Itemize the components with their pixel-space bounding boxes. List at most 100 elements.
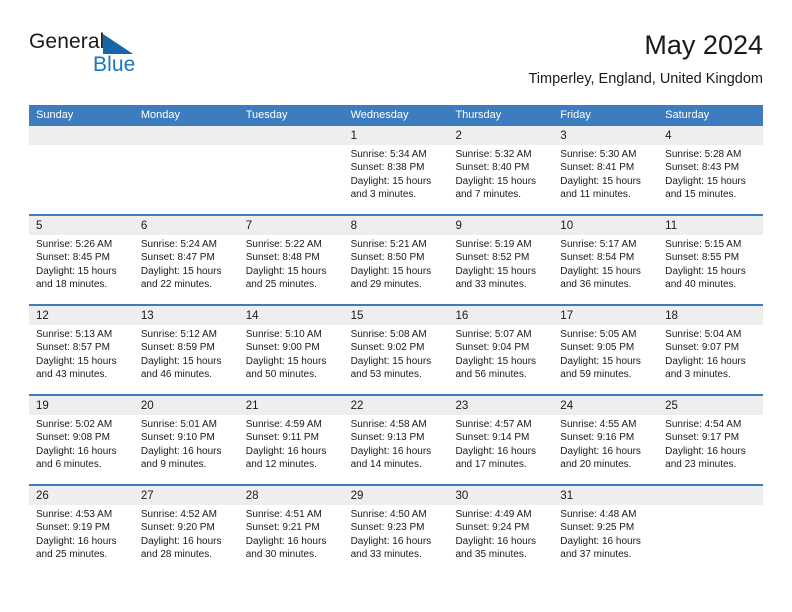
sunset-text: Sunset: 8:45 PM [36,252,110,264]
day-number-band: 11 [658,216,764,235]
day-cell[interactable]: 18 Sunrise: 5:04 AM Sunset: 9:07 PM Dayl… [658,306,764,394]
blue-triangle-icon [103,34,133,54]
day-cell[interactable]: 17 Sunrise: 5:05 AM Sunset: 9:05 PM Dayl… [553,306,659,394]
day-info: Sunrise: 5:30 AM Sunset: 8:41 PM Dayligh… [553,145,658,201]
day-number: 21 [245,400,259,412]
day-number-band: 27 [133,486,239,505]
day-number-band: 13 [133,306,239,325]
day-number-band: 23 [448,396,554,415]
day-number-band: 8 [343,216,449,235]
day-cell[interactable] [133,126,239,214]
daylight-text: Daylight: 16 hours and 12 minutes. [245,445,327,470]
day-number-band: 31 [553,486,659,505]
sunset-text: Sunset: 9:14 PM [455,432,530,444]
day-info: Sunrise: 4:55 AM Sunset: 9:16 PM Dayligh… [553,415,658,471]
day-cell[interactable]: 30 Sunrise: 4:49 AM Sunset: 9:24 PM Dayl… [448,486,554,574]
day-info: Sunrise: 5:01 AM Sunset: 9:10 PM Dayligh… [134,415,239,471]
daylight-text: Daylight: 16 hours and 9 minutes. [140,445,222,470]
brand-logo[interactable]: General Blue [29,30,249,86]
sunset-text: Sunset: 8:52 PM [455,252,530,264]
day-cell[interactable]: 19 Sunrise: 5:02 AM Sunset: 9:08 PM Dayl… [29,396,134,484]
daylight-text: Daylight: 15 hours and 59 minutes. [560,355,641,380]
weekday-header-row: Sunday Monday Tuesday Wednesday Thursday… [29,105,763,126]
day-number-band [238,126,344,145]
day-info: Sunrise: 5:05 AM Sunset: 9:05 PM Dayligh… [553,325,658,381]
day-number-band: 5 [29,216,134,235]
day-cell[interactable]: 16 Sunrise: 5:07 AM Sunset: 9:04 PM Dayl… [448,306,554,394]
day-number: 11 [665,220,678,232]
day-cell[interactable]: 31 Sunrise: 4:48 AM Sunset: 9:25 PM Dayl… [553,486,659,574]
day-cell[interactable]: 2 Sunrise: 5:32 AM Sunset: 8:40 PM Dayli… [448,126,554,214]
weekday-header-wednesday: Wednesday [350,109,409,121]
sunset-text: Sunset: 8:40 PM [455,162,530,174]
sunrise-text: Sunrise: 4:50 AM [350,509,427,520]
sunrise-text: Sunrise: 5:34 AM [350,149,427,160]
day-cell[interactable]: 1 Sunrise: 5:34 AM Sunset: 8:38 PM Dayli… [343,126,449,214]
week-row: 1 Sunrise: 5:34 AM Sunset: 8:38 PM Dayli… [29,126,764,214]
sunrise-text: Sunrise: 5:04 AM [665,329,742,340]
page-title: May 2024 [644,30,763,60]
sunrise-text: Sunrise: 5:08 AM [350,329,427,340]
daylight-text: Daylight: 15 hours and 36 minutes. [560,265,641,290]
brand-name-blue: Blue [93,53,136,76]
sunset-text: Sunset: 8:57 PM [36,342,110,354]
day-cell[interactable] [658,486,764,574]
sunset-text: Sunset: 9:11 PM [245,432,319,444]
day-cell[interactable]: 6 Sunrise: 5:24 AM Sunset: 8:47 PM Dayli… [133,216,239,304]
day-cell[interactable]: 21 Sunrise: 4:59 AM Sunset: 9:11 PM Dayl… [238,396,344,484]
day-cell[interactable]: 20 Sunrise: 5:01 AM Sunset: 9:10 PM Dayl… [133,396,239,484]
day-cell[interactable]: 12 Sunrise: 5:13 AM Sunset: 8:57 PM Dayl… [29,306,134,394]
day-number: 20 [140,400,154,412]
daylight-text: Daylight: 15 hours and 46 minutes. [140,355,222,380]
day-cell[interactable]: 11 Sunrise: 5:15 AM Sunset: 8:55 PM Dayl… [658,216,764,304]
day-number: 26 [36,490,49,502]
day-number-band: 18 [658,306,764,325]
day-cell[interactable]: 3 Sunrise: 5:30 AM Sunset: 8:41 PM Dayli… [553,126,659,214]
sunrise-text: Sunrise: 5:12 AM [140,329,218,340]
day-cell[interactable]: 25 Sunrise: 4:54 AM Sunset: 9:17 PM Dayl… [658,396,764,484]
day-number: 8 [350,220,357,232]
day-number: 24 [560,400,574,412]
sunset-text: Sunset: 8:38 PM [350,162,425,174]
day-info: Sunrise: 4:54 AM Sunset: 9:17 PM Dayligh… [658,415,763,471]
day-cell[interactable] [238,126,344,214]
day-cell[interactable]: 8 Sunrise: 5:21 AM Sunset: 8:50 PM Dayli… [343,216,449,304]
day-cell[interactable]: 29 Sunrise: 4:50 AM Sunset: 9:23 PM Dayl… [343,486,449,574]
sunset-text: Sunset: 8:41 PM [560,162,635,174]
day-cell[interactable]: 14 Sunrise: 5:10 AM Sunset: 9:00 PM Dayl… [238,306,344,394]
day-number-band: 15 [343,306,449,325]
day-info [658,505,763,508]
day-cell[interactable]: 15 Sunrise: 5:08 AM Sunset: 9:02 PM Dayl… [343,306,449,394]
day-cell[interactable]: 7 Sunrise: 5:22 AM Sunset: 8:48 PM Dayli… [238,216,344,304]
day-cell[interactable]: 9 Sunrise: 5:19 AM Sunset: 8:52 PM Dayli… [448,216,554,304]
day-cell[interactable]: 22 Sunrise: 4:58 AM Sunset: 9:13 PM Dayl… [343,396,449,484]
day-number: 5 [36,220,43,232]
sunset-text: Sunset: 8:54 PM [560,252,635,264]
day-number-band: 7 [238,216,344,235]
day-info: Sunrise: 5:21 AM Sunset: 8:50 PM Dayligh… [344,235,449,291]
day-info: Sunrise: 5:32 AM Sunset: 8:40 PM Dayligh… [448,145,553,201]
sunrise-text: Sunrise: 5:13 AM [36,329,113,340]
day-cell[interactable]: 5 Sunrise: 5:26 AM Sunset: 8:45 PM Dayli… [29,216,134,304]
sunset-text: Sunset: 9:13 PM [350,432,425,444]
sunrise-text: Sunrise: 5:26 AM [36,239,113,250]
day-cell[interactable] [29,126,134,214]
day-number-band: 16 [448,306,554,325]
day-cell[interactable]: 26 Sunrise: 4:53 AM Sunset: 9:19 PM Dayl… [29,486,134,574]
day-cell[interactable]: 4 Sunrise: 5:28 AM Sunset: 8:43 PM Dayli… [658,126,764,214]
sunset-text: Sunset: 9:17 PM [665,432,740,444]
daylight-text: Daylight: 16 hours and 30 minutes. [245,535,327,560]
day-number-band [29,126,134,145]
day-info: Sunrise: 5:19 AM Sunset: 8:52 PM Dayligh… [448,235,553,291]
sunrise-text: Sunrise: 5:07 AM [455,329,532,340]
day-cell[interactable]: 23 Sunrise: 4:57 AM Sunset: 9:14 PM Dayl… [448,396,554,484]
day-cell[interactable]: 10 Sunrise: 5:17 AM Sunset: 8:54 PM Dayl… [553,216,659,304]
sunset-text: Sunset: 9:05 PM [560,342,635,354]
day-cell[interactable]: 13 Sunrise: 5:12 AM Sunset: 8:59 PM Dayl… [133,306,239,394]
week-row: 26 Sunrise: 4:53 AM Sunset: 9:19 PM Dayl… [29,484,764,574]
day-cell[interactable]: 24 Sunrise: 4:55 AM Sunset: 9:16 PM Dayl… [553,396,659,484]
day-cell[interactable]: 28 Sunrise: 4:51 AM Sunset: 9:21 PM Dayl… [238,486,344,574]
day-number: 23 [455,400,469,412]
day-cell[interactable]: 27 Sunrise: 4:52 AM Sunset: 9:20 PM Dayl… [133,486,239,574]
day-number: 28 [245,490,259,502]
